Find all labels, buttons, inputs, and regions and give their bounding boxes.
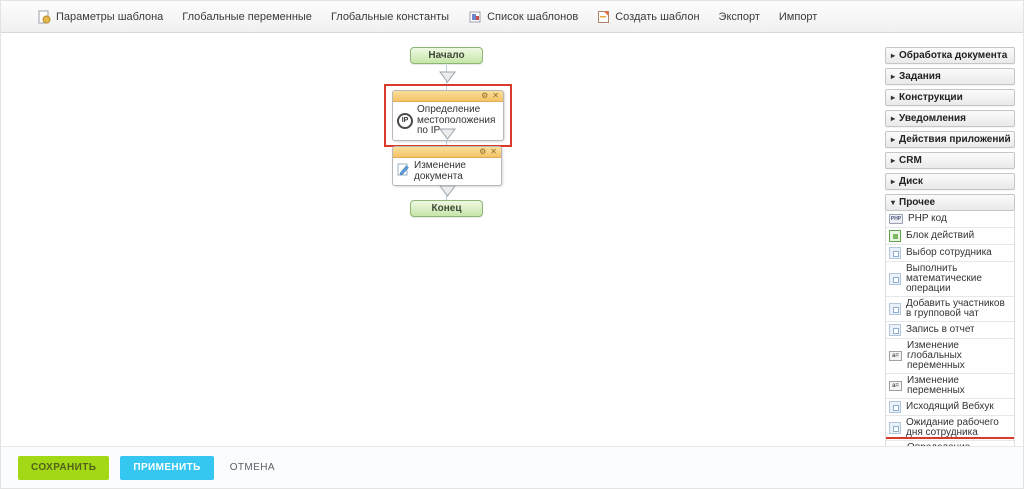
footer-bar: СОХРАНИТЬ ПРИМЕНИТЬ ОТМЕНА (1, 446, 1023, 488)
item-label: Изменение переменных (907, 376, 1011, 396)
template-parameters-label: Параметры шаблона (56, 11, 163, 23)
close-icon[interactable]: ✕ (490, 148, 497, 156)
item-outgoing-webhook[interactable]: Исходящий Вебхук (886, 399, 1014, 416)
activity-node-header: ⚙ ✕ (393, 147, 501, 158)
item-label: Блок действий (906, 231, 1011, 241)
activity-icon (889, 303, 901, 315)
section-label: Прочее (899, 197, 935, 208)
section-document-processing[interactable]: ▸ Обработка документа (885, 47, 1015, 64)
activity-icon (889, 324, 901, 336)
create-template-label: Создать шаблон (615, 11, 699, 23)
activity-node-edit-document[interactable]: ⚙ ✕ Изменение документа (392, 146, 502, 186)
item-label: Ожидание рабочего дня сотрудника (906, 418, 1011, 438)
edit-document-icon (397, 163, 410, 180)
section-label: Обработка документа (899, 50, 1007, 61)
flow-end-label: Конец (432, 203, 462, 214)
activity-list: PHP код Блок действий Выбор сотрудника В… (885, 211, 1015, 453)
export-button[interactable]: Экспорт (719, 11, 760, 23)
apply-button[interactable]: ПРИМЕНИТЬ (120, 456, 213, 480)
chevron-right-icon: ▸ (891, 178, 895, 186)
item-label: PHP код (908, 214, 1011, 224)
settings-gear-icon[interactable]: ⚙ (479, 148, 486, 156)
settings-gear-icon[interactable]: ⚙ (481, 92, 488, 100)
section-app-actions[interactable]: ▸ Действия приложений (885, 131, 1015, 148)
variables-icon (889, 351, 902, 361)
activity-node-header: ⚙ ✕ (393, 91, 503, 102)
create-template-button[interactable]: Создать шаблон (597, 10, 699, 24)
flow-start-node: Начало (410, 47, 483, 64)
item-add-chat-users[interactable]: Добавить участников в групповой чат (886, 297, 1014, 322)
global-variables-button[interactable]: Глобальные переменные (182, 11, 312, 23)
ip-location-icon (397, 113, 413, 129)
chevron-right-icon: ▸ (891, 73, 895, 81)
activity-node-title: Определение местоположения по IP (417, 105, 499, 137)
template-list-label: Список шаблонов (487, 11, 578, 23)
item-wait-working-day[interactable]: Ожидание рабочего дня сотрудника (886, 416, 1014, 441)
section-label: Конструкции (899, 92, 963, 103)
item-math-operations[interactable]: Выполнить математические операции (886, 262, 1014, 297)
item-label: Изменение глобальных переменных (907, 341, 1011, 371)
import-button[interactable]: Импорт (779, 11, 817, 23)
section-label: CRM (899, 155, 922, 166)
close-icon[interactable]: ✕ (492, 92, 499, 100)
save-button[interactable]: СОХРАНИТЬ (18, 456, 109, 480)
item-change-variables[interactable]: Изменение переменных (886, 374, 1014, 399)
php-icon (889, 214, 903, 224)
item-label: Выбор сотрудника (906, 248, 1011, 258)
workflow-canvas: Начало ⚙ ✕ Определение местоположения по… (1, 34, 1023, 446)
item-report-entry[interactable]: Запись в отчет (886, 322, 1014, 339)
section-other[interactable]: ▾ Прочее (885, 194, 1015, 211)
flow-end-node: Конец (410, 200, 483, 217)
item-php-code[interactable]: PHP код (886, 211, 1014, 228)
activity-icon (889, 273, 901, 285)
global-variables-label: Глобальные переменные (182, 11, 312, 23)
section-notifications[interactable]: ▸ Уведомления (885, 110, 1015, 127)
section-crm[interactable]: ▸ CRM (885, 152, 1015, 169)
cancel-link[interactable]: ОТМЕНА (230, 462, 275, 473)
activity-node-title: Изменение документа (414, 161, 497, 182)
variables-icon (889, 381, 902, 391)
template-list-button[interactable]: Список шаблонов (468, 10, 578, 24)
global-constants-button[interactable]: Глобальные константы (331, 11, 449, 23)
flow-arrow-down-icon (439, 127, 456, 145)
activity-icon (889, 247, 901, 259)
activity-icon (889, 401, 901, 413)
chevron-down-icon: ▾ (891, 199, 895, 207)
section-label: Диск (899, 176, 923, 187)
template-parameters-button[interactable]: Параметры шаблона (37, 10, 163, 24)
section-constructions[interactable]: ▸ Конструкции (885, 89, 1015, 106)
item-label: Исходящий Вебхук (906, 402, 1011, 412)
global-constants-label: Глобальные константы (331, 11, 449, 23)
flow-start-label: Начало (428, 50, 464, 61)
item-label: Добавить участников в групповой чат (906, 299, 1011, 319)
create-template-icon (597, 10, 610, 24)
template-list-icon (468, 10, 482, 24)
section-label: Задания (899, 71, 941, 82)
item-label: Запись в отчет (906, 325, 1011, 335)
activity-icon (889, 422, 901, 434)
top-toolbar: Параметры шаблона Глобальные переменные … (1, 1, 1023, 33)
section-label: Действия приложений (899, 134, 1011, 145)
export-label: Экспорт (719, 11, 760, 23)
item-action-block[interactable]: Блок действий (886, 228, 1014, 245)
item-change-global-variables[interactable]: Изменение глобальных переменных (886, 339, 1014, 374)
template-settings-icon (37, 10, 51, 24)
import-label: Импорт (779, 11, 817, 23)
activity-palette: ▸ Обработка документа ▸ Задания ▸ Констр… (885, 47, 1015, 453)
chevron-right-icon: ▸ (891, 52, 895, 60)
section-tasks[interactable]: ▸ Задания (885, 68, 1015, 85)
chevron-right-icon: ▸ (891, 94, 895, 102)
section-disk[interactable]: ▸ Диск (885, 173, 1015, 190)
chevron-right-icon: ▸ (891, 157, 895, 165)
chevron-right-icon: ▸ (891, 136, 895, 144)
item-label: Выполнить математические операции (906, 264, 1011, 294)
chevron-right-icon: ▸ (891, 115, 895, 123)
activity-node-body: Изменение документа (393, 158, 501, 185)
action-block-icon (889, 230, 901, 242)
item-employee-select[interactable]: Выбор сотрудника (886, 245, 1014, 262)
section-label: Уведомления (899, 113, 966, 124)
